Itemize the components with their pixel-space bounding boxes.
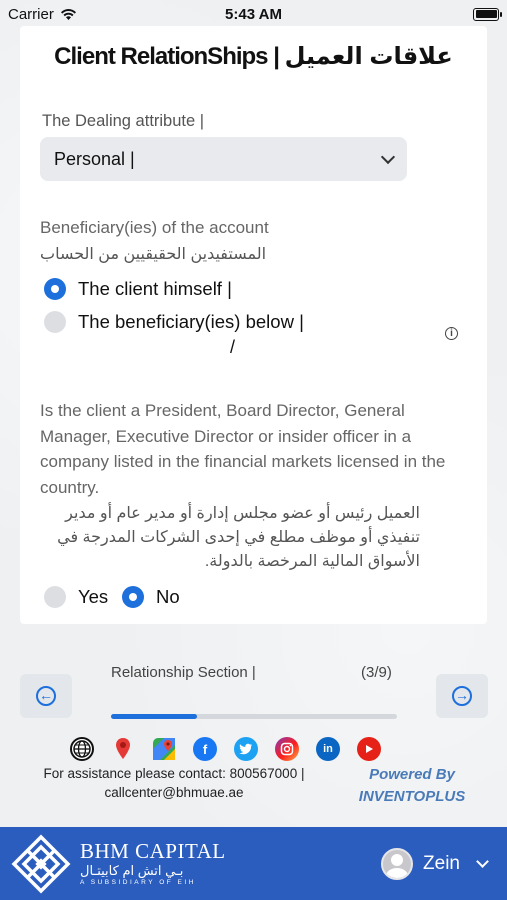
insider-question: Is the client a President, Board Directo…	[40, 401, 446, 497]
form-card: Client RelationShips | علاقات العميل The…	[20, 26, 487, 624]
radio-unselected-icon[interactable]	[44, 311, 66, 333]
radio-client-himself[interactable]: The client himself |	[44, 278, 232, 300]
brand-subtitle: A SUBSIDIARY OF EIH	[80, 878, 196, 886]
radio-yes-label: Yes	[78, 586, 109, 607]
carrier-label: Carrier	[8, 5, 54, 23]
footer-bar: BHM CAPITAL بـي اتش ام كابيتـال A SUBSID…	[0, 827, 507, 900]
dealing-attribute-label: The Dealing attribute |	[42, 112, 205, 130]
radio-no[interactable]: No	[122, 586, 180, 608]
powered-by-label: Powered By	[369, 766, 455, 783]
contact-info: For assistance please contact: 800567000…	[26, 764, 322, 802]
insider-question-arabic: العميل رئيس أو عضو مجلس إدارة أو مدير عا…	[57, 505, 420, 570]
globe-icon[interactable]	[70, 737, 94, 761]
section-count: (3/9)	[361, 664, 392, 681]
instagram-icon[interactable]	[275, 737, 299, 761]
avatar[interactable]	[381, 847, 414, 880]
chevron-down-icon[interactable]	[476, 854, 489, 868]
brand-name: BHM CAPITAL	[80, 838, 226, 863]
powered-by-brand[interactable]: INVENTOPLUS	[352, 786, 472, 808]
dealing-attribute-value: Personal |	[54, 148, 135, 169]
info-icon[interactable]: i	[445, 327, 458, 340]
beneficiary-label-arabic: المستفيدين الحقيقيين من الحساب	[40, 246, 267, 263]
maps-icon[interactable]	[152, 737, 176, 761]
radio-client-himself-label: The client himself |	[78, 278, 232, 299]
arrow-left-icon: ←	[36, 686, 56, 706]
social-links: f in	[70, 737, 381, 761]
radio-selected-icon[interactable]	[122, 586, 144, 608]
section-label: Relationship Section |	[111, 664, 256, 681]
status-left: Carrier	[8, 6, 77, 23]
status-bar: Carrier 5:43 AM	[0, 0, 507, 28]
dealing-attribute-select[interactable]: Personal |	[40, 137, 407, 181]
wifi-icon	[60, 8, 76, 20]
brand-logo: BHM CAPITAL بـي اتش ام كابيتـال A SUBSID…	[10, 833, 226, 895]
previous-button[interactable]: ←	[20, 674, 72, 718]
progress-bar	[111, 714, 397, 719]
user-menu[interactable]: Zein	[381, 847, 489, 880]
page-title: Client RelationShips | علاقات العميل	[54, 43, 454, 70]
chevron-down-icon	[380, 149, 396, 164]
beneficiary-label: Beneficiary(ies) of the account	[40, 218, 269, 237]
linkedin-icon[interactable]: in	[316, 737, 340, 761]
map-pin-icon[interactable]	[111, 737, 135, 761]
facebook-icon[interactable]: f	[193, 737, 217, 761]
radio-no-label: No	[156, 586, 180, 607]
beneficiary-slash: /	[230, 337, 236, 357]
radio-beneficiaries-below-label: The beneficiary(ies) below |	[78, 311, 304, 332]
twitter-icon[interactable]	[234, 737, 258, 761]
radio-unselected-icon[interactable]	[44, 586, 66, 608]
bhm-logo-icon	[10, 833, 72, 895]
battery-icon	[473, 7, 502, 21]
powered-by: Powered By INVENTOPLUS	[352, 764, 472, 808]
arrow-right-icon: →	[452, 686, 472, 706]
radio-selected-icon[interactable]	[44, 278, 66, 300]
progress-fill	[111, 714, 197, 719]
contact-phone[interactable]: For assistance please contact: 800567000…	[26, 764, 322, 783]
brand-name-arabic: بـي اتش ام كابيتـال	[80, 862, 184, 878]
radio-beneficiaries-below[interactable]: The beneficiary(ies) below |	[44, 311, 304, 333]
contact-email[interactable]: callcenter@bhmuae.ae	[26, 783, 322, 802]
user-name[interactable]: Zein	[423, 853, 460, 875]
status-time: 5:43 AM	[225, 5, 282, 23]
radio-yes[interactable]: Yes	[44, 586, 108, 608]
next-button[interactable]: →	[436, 674, 488, 718]
youtube-icon[interactable]	[357, 737, 381, 761]
brand-text: BHM CAPITAL بـي اتش ام كابيتـال A SUBSID…	[80, 838, 226, 887]
